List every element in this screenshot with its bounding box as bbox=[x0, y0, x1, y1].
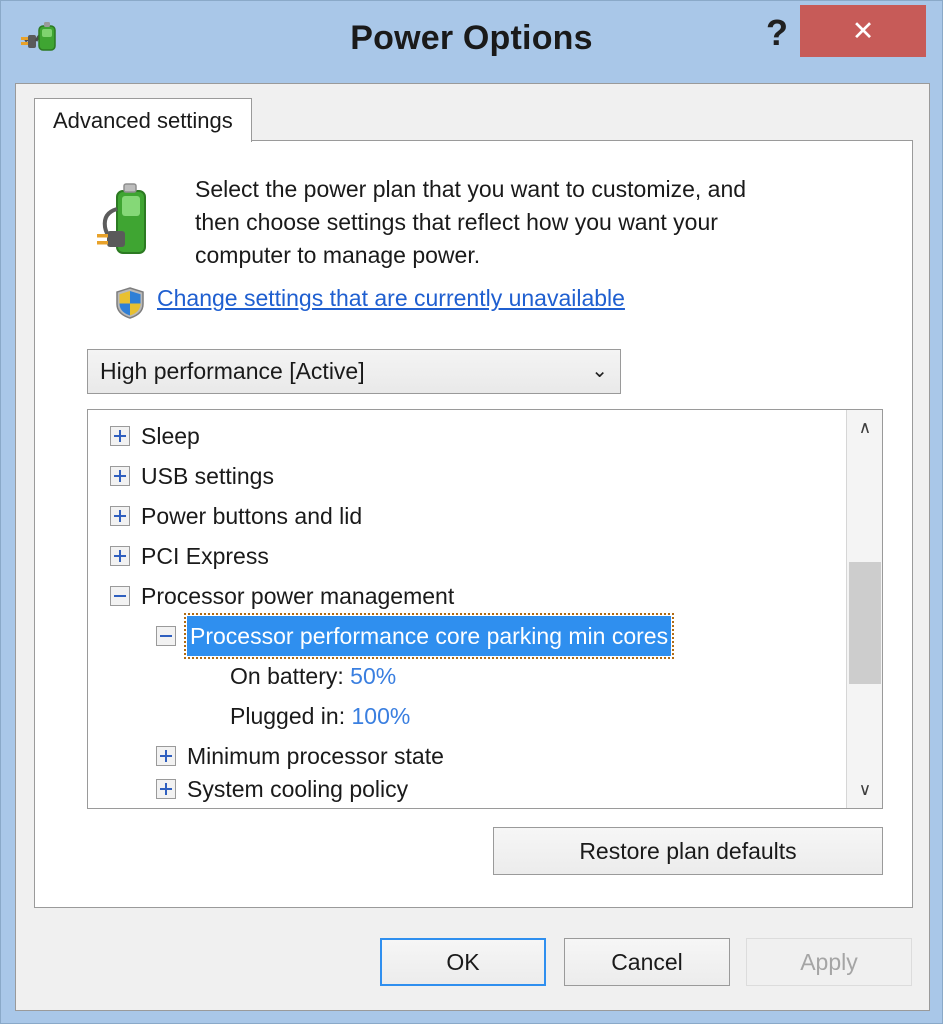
tree-row-label: PCI Express bbox=[141, 543, 269, 569]
expand-icon[interactable] bbox=[110, 426, 130, 446]
dialog-footer: OK Cancel Apply bbox=[16, 914, 929, 1010]
tree-row[interactable]: PCI Express bbox=[88, 536, 846, 576]
change-settings-link[interactable]: Change settings that are currently unava… bbox=[157, 285, 625, 312]
tree-body: Sleep USB settings Power buttons and lid PC… bbox=[88, 410, 846, 808]
scrollbar-thumb[interactable] bbox=[849, 562, 881, 684]
expand-icon[interactable] bbox=[156, 746, 176, 766]
power-options-window: Power Options ? ✕ Advanced settings Sele… bbox=[0, 0, 943, 1024]
tree-row-label: Minimum processor state bbox=[187, 743, 444, 769]
tab-strip: Advanced settings bbox=[34, 98, 252, 142]
tree-row[interactable]: Minimum processor state bbox=[88, 736, 846, 776]
title-bar: Power Options ? ✕ bbox=[1, 1, 942, 83]
power-plan-select[interactable]: High performance [Active] ⌄ bbox=[87, 349, 621, 394]
tree-row[interactable]: On battery: 50% bbox=[88, 656, 846, 696]
tab-panel-advanced-settings: Select the power plan that you want to c… bbox=[34, 140, 913, 908]
intro-line-3: computer to manage power. bbox=[195, 242, 481, 268]
tree-row[interactable]: System cooling policy bbox=[88, 776, 846, 802]
tree-row-label: Sleep bbox=[141, 423, 200, 449]
expand-icon[interactable] bbox=[110, 466, 130, 486]
tree-row-value: 100% bbox=[351, 703, 411, 729]
scroll-up-button[interactable]: ∧ bbox=[847, 410, 882, 446]
restore-plan-defaults-button[interactable]: Restore plan defaults bbox=[493, 827, 883, 875]
ok-button[interactable]: OK bbox=[380, 938, 546, 986]
tree-scrollbar[interactable]: ∧ ∨ bbox=[846, 410, 882, 808]
tree-row[interactable]: Processor performance core parking min c… bbox=[88, 613, 846, 659]
cancel-button[interactable]: Cancel bbox=[564, 938, 730, 986]
tree-row-label: System cooling policy bbox=[187, 776, 409, 802]
tree-row-label: Processor performance core parking min c… bbox=[183, 613, 675, 659]
advanced-settings-tree[interactable]: Sleep USB settings Power buttons and lid PC… bbox=[87, 409, 883, 809]
expand-icon[interactable] bbox=[110, 546, 130, 566]
scroll-down-button[interactable]: ∨ bbox=[847, 772, 882, 808]
tree-row-value: 50% bbox=[350, 663, 397, 689]
battery-plug-icon bbox=[91, 179, 163, 261]
collapse-icon[interactable] bbox=[110, 586, 130, 606]
intro-line-1: Select the power plan that you want to c… bbox=[195, 176, 747, 202]
intro-block: Select the power plan that you want to c… bbox=[91, 173, 881, 272]
help-button[interactable]: ? bbox=[754, 11, 800, 55]
intro-line-2: then choose settings that reflect how yo… bbox=[195, 209, 718, 235]
tree-row[interactable]: Plugged in: 100% bbox=[88, 696, 846, 736]
tree-row-label: Power buttons and lid bbox=[141, 503, 363, 529]
expand-icon[interactable] bbox=[110, 506, 130, 526]
uac-shield-icon bbox=[115, 287, 145, 319]
tab-advanced-settings[interactable]: Advanced settings bbox=[34, 98, 252, 142]
tree-row-label: On battery: bbox=[230, 663, 344, 689]
tree-row-label: Processor power management bbox=[141, 583, 455, 609]
tree-row-label: USB settings bbox=[141, 463, 274, 489]
collapse-icon[interactable] bbox=[156, 626, 176, 646]
apply-button: Apply bbox=[746, 938, 912, 986]
close-button[interactable]: ✕ bbox=[800, 5, 926, 57]
dialog-content-frame: Advanced settings Select the power plan … bbox=[15, 83, 930, 1011]
tree-row[interactable]: Sleep bbox=[88, 416, 846, 456]
tree-row[interactable]: Processor power management bbox=[88, 576, 846, 616]
chevron-down-icon: ⌄ bbox=[591, 360, 608, 382]
expand-icon[interactable] bbox=[156, 779, 176, 799]
tree-row[interactable]: USB settings bbox=[88, 456, 846, 496]
power-plan-select-value: High performance [Active] bbox=[100, 358, 365, 384]
tree-row[interactable]: Power buttons and lid bbox=[88, 496, 846, 536]
tree-row-label: Plugged in: bbox=[230, 703, 346, 729]
